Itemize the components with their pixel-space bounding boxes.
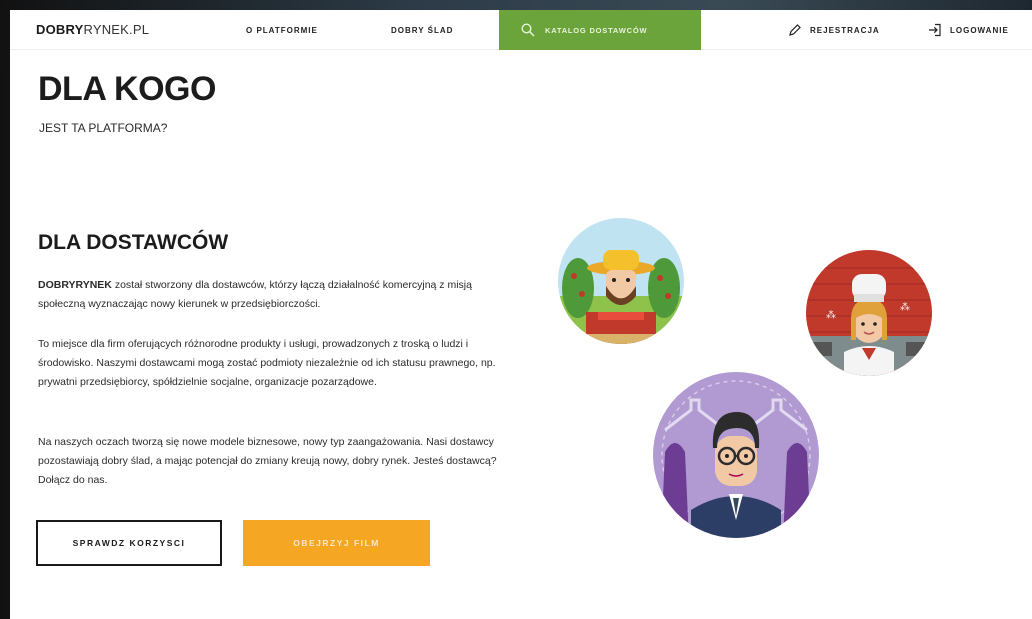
svg-text:⁂: ⁂ — [900, 301, 910, 313]
search-icon — [521, 23, 535, 37]
login-label: LOGOWANIE — [950, 25, 1009, 35]
logo-bold-text: DOBRY — [36, 22, 84, 37]
cook-avatar-icon: ⁂ ⁂ — [806, 250, 932, 376]
site-logo[interactable]: DOBRYRYNEK.PL — [36, 22, 149, 37]
catalog-label: KATALOG DOSTAWCÓW — [545, 25, 648, 35]
models-paragraph: Na naszych oczach tworzą się nowe modele… — [38, 436, 497, 486]
nav-link-about[interactable]: O PLATFORMIE — [246, 26, 318, 35]
logo-rest-text: RYNEK.PL — [83, 22, 150, 37]
nav-link-catalog[interactable]: KATALOG DOSTAWCÓW — [499, 10, 701, 50]
tailor-avatar-icon — [653, 372, 819, 538]
watch-film-button[interactable]: OBEJRZYJ FILM — [243, 520, 430, 566]
page-subtitle: JEST TA PLATFORMA? — [39, 121, 168, 135]
backdrop-edge — [0, 10, 10, 68]
nav-link-good-trace[interactable]: DOBRY ŚLAD — [391, 26, 453, 35]
section-title: DLA DOSTAWCÓW — [38, 231, 229, 254]
brand-name: DOBRYRYNEK — [38, 279, 112, 291]
check-benefits-button[interactable]: SPRAWDZ KORZYSCI — [36, 520, 222, 566]
register-label: REJESTRACJA — [810, 25, 880, 35]
top-navigation: DOBRYRYNEK.PL O PLATFORMIE DOBRY ŚLAD KA… — [10, 10, 1032, 50]
nav-link-login[interactable]: LOGOWANIE — [928, 23, 1009, 37]
pencil-icon — [789, 24, 801, 36]
suppliers-paragraph: To miejsce dla firm oferujących różnorod… — [38, 338, 496, 388]
login-icon — [929, 23, 941, 37]
svg-text:⁂: ⁂ — [826, 309, 836, 321]
farmer-avatar-icon — [558, 218, 684, 344]
nav-link-register[interactable]: REJESTRACJA — [788, 23, 880, 37]
intro-paragraph: DOBRYRYNEK został stworzony dla dostawcó… — [38, 276, 498, 314]
page-title: DLA KOGO — [38, 70, 216, 108]
